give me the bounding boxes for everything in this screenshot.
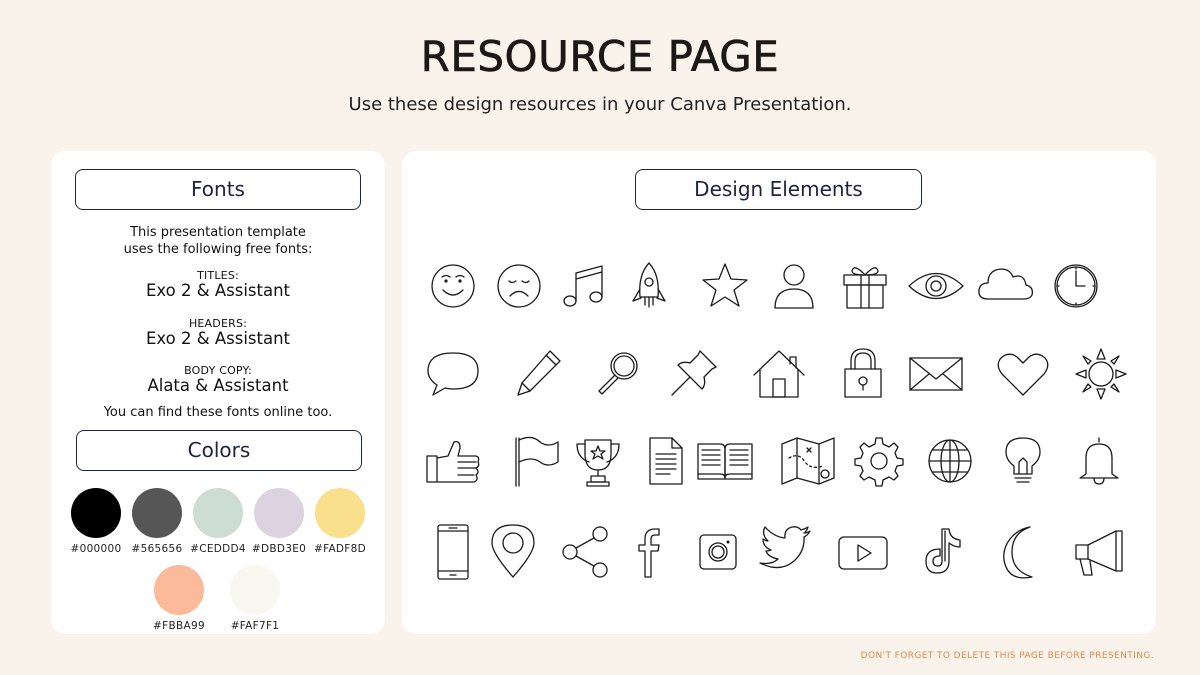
magnifier-icon — [587, 343, 649, 405]
thumbs-up-icon — [422, 430, 484, 492]
footer-note: DON'T FORGET TO DELETE THIS PAGE BEFORE … — [860, 651, 1154, 661]
color-swatch-label: #FBBA99 — [153, 620, 205, 632]
fonts-intro-line1: This presentation template — [130, 225, 306, 240]
eye-icon — [905, 255, 967, 317]
music-note-icon — [556, 255, 618, 317]
house-icon — [748, 343, 810, 405]
fonts-intro-line2: uses the following free fonts: — [123, 242, 313, 257]
trophy-icon — [567, 430, 629, 492]
megaphone-icon — [1068, 521, 1130, 583]
page-subtitle: Use these design resources in your Canva… — [348, 94, 852, 115]
heart-icon — [992, 343, 1054, 405]
gear-icon — [848, 430, 910, 492]
color-swatch: #000000 — [61, 488, 131, 555]
document-icon — [634, 430, 696, 492]
lightbulb-icon — [992, 430, 1054, 492]
rocket-icon — [618, 255, 680, 317]
body-fonts: Alata & Assistant — [147, 376, 289, 395]
color-swatch-circle — [154, 565, 204, 615]
color-swatch: #FAF7F1 — [220, 565, 290, 632]
color-swatch-circle — [315, 488, 365, 538]
color-swatch: #DBD3E0 — [244, 488, 314, 555]
color-swatch: #FBBA99 — [144, 565, 214, 632]
body-font-block: BODY COPY: Alata & Assistant — [51, 364, 385, 395]
titles-font-block: TITLES: Exo 2 & Assistant — [51, 269, 385, 300]
titles-fonts: Exo 2 & Assistant — [145, 281, 291, 300]
speech-bubble-icon — [422, 343, 484, 405]
tiktok-icon — [914, 521, 976, 583]
map-icon — [777, 430, 839, 492]
envelope-icon — [905, 343, 967, 405]
color-swatch-circle — [230, 565, 280, 615]
color-swatch-label: #FAF7F1 — [230, 620, 280, 632]
flag-icon — [502, 430, 564, 492]
color-swatch-label: #565656 — [131, 543, 183, 555]
color-swatch-label: #DBD3E0 — [251, 543, 307, 555]
instagram-icon — [688, 521, 750, 583]
gift-icon — [834, 255, 896, 317]
color-swatch-circle — [71, 488, 121, 538]
color-swatch: #CEDDD4 — [183, 488, 253, 555]
twitter-icon — [754, 521, 816, 583]
facebook-icon — [618, 521, 680, 583]
globe-icon — [919, 430, 981, 492]
location-pin-icon — [482, 521, 544, 583]
phone-icon — [422, 521, 484, 583]
user-icon — [763, 255, 825, 317]
moon-icon — [992, 521, 1054, 583]
fonts-intro: This presentation template uses the foll… — [51, 224, 385, 258]
sun-icon — [1070, 343, 1132, 405]
design-elements-heading: Design Elements — [635, 169, 922, 210]
color-swatch-label: #000000 — [70, 543, 122, 555]
color-swatch: #FADF8D — [305, 488, 375, 555]
headers-font-block: HEADERS: Exo 2 & Assistant — [51, 317, 385, 348]
clock-icon — [1045, 255, 1107, 317]
color-swatch-label: #CEDDD4 — [190, 543, 246, 555]
color-swatch: #565656 — [122, 488, 192, 555]
star-icon — [694, 255, 756, 317]
open-book-icon — [694, 430, 756, 492]
page-title: RESOURCE PAGE — [420, 32, 780, 82]
fonts-online-note: You can find these fonts online too. — [103, 405, 333, 420]
headers-fonts: Exo 2 & Assistant — [145, 329, 291, 348]
pencil-icon — [508, 343, 570, 405]
colors-heading: Colors — [76, 430, 362, 471]
color-swatch-circle — [193, 488, 243, 538]
color-swatch-circle — [254, 488, 304, 538]
padlock-icon — [832, 343, 894, 405]
share-icon — [556, 521, 618, 583]
color-swatch-label: #FADF8D — [313, 543, 367, 555]
bell-icon — [1068, 430, 1130, 492]
cloud-icon — [974, 255, 1036, 317]
pushpin-icon — [662, 343, 724, 405]
fonts-heading: Fonts — [75, 169, 361, 210]
fonts-colors-card: Fonts This presentation template uses th… — [51, 151, 385, 634]
design-elements-card: Design Elements — [402, 151, 1156, 634]
color-swatch-circle — [132, 488, 182, 538]
smile-icon — [422, 255, 484, 317]
youtube-icon — [832, 521, 894, 583]
sad-icon — [488, 255, 550, 317]
